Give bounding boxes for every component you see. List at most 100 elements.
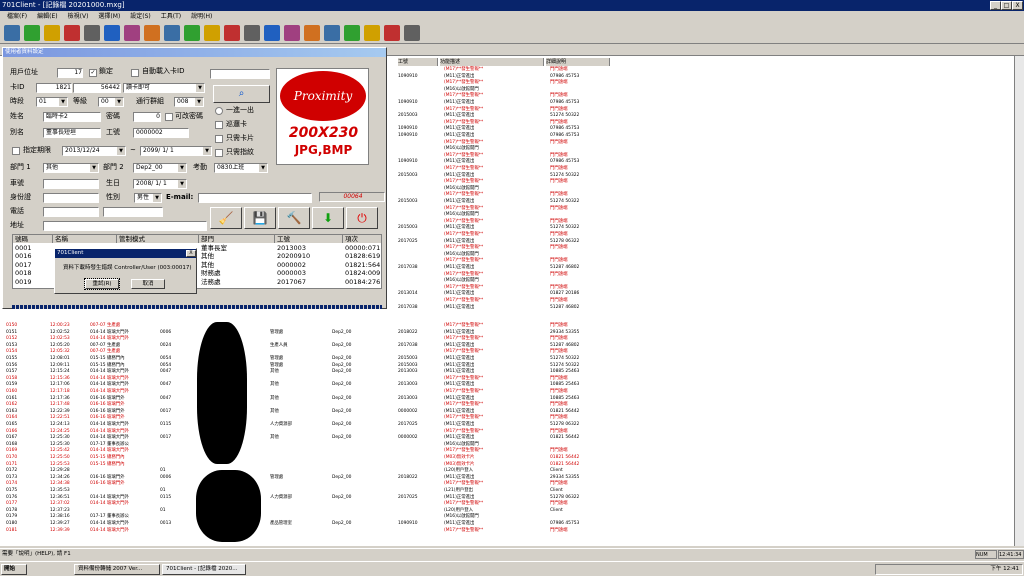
address-field[interactable] [43,221,207,231]
cell-detail: 門門遠端 [550,179,568,185]
print-icon[interactable] [64,24,80,41]
refresh-icon[interactable] [84,24,100,41]
cell-function: (M17)**發生警報** [444,389,484,394]
subtable-header[interactable]: 名稱 [53,235,117,243]
subtable-header[interactable]: 項次 [343,235,381,243]
card-id-a-field[interactable]: 1821 [36,83,72,93]
msgbox-close-button[interactable]: X [186,250,196,257]
subtable-header[interactable]: 管制模式 [117,235,199,243]
start-button[interactable]: 開始 [1,564,27,575]
search-button[interactable]: ⌕ [213,85,270,103]
dept2-select[interactable]: Dep2_00 [133,163,187,173]
period-select[interactable]: 01 [36,97,68,107]
column-header-detail[interactable]: 詳細說明 [546,58,610,66]
gender-select[interactable]: 男性 [134,193,162,203]
cut-icon[interactable] [184,24,200,41]
flag-icon[interactable] [324,24,340,41]
taskbar-item-backup[interactable]: 資料備份轉儲 2007 Ver... [74,564,160,575]
card-id-input[interactable] [210,69,270,79]
card-id-b-field[interactable]: 56442 [73,83,121,93]
help-icon[interactable] [404,24,420,41]
menu-edit[interactable]: 編輯(E) [32,11,62,22]
door-icon[interactable] [264,24,280,41]
label-email: E-mail: [166,193,194,201]
clock-icon[interactable] [204,24,220,41]
subtable-header[interactable]: 工號 [275,235,343,243]
power-icon[interactable] [244,24,260,41]
chart-icon[interactable] [164,24,180,41]
cell-function: (M16)以啟館開門 [444,278,479,284]
retry-button[interactable]: 重試(R) [84,278,120,290]
power-button[interactable]: ⏻ [346,207,378,229]
name-field[interactable]: 臨時卡2 [43,112,101,122]
badge-icon[interactable] [24,24,40,41]
attendance-select[interactable]: 0830上班 [214,163,268,173]
phone2-field[interactable] [103,207,163,217]
taskbar-item-701client[interactable]: 701Client - [記錄檔 2020... [162,564,246,575]
cell-employee [398,67,438,74]
option-card-only-checkbox[interactable] [215,135,223,143]
tool-icon[interactable] [144,24,160,41]
camera-icon[interactable] [224,24,240,41]
menu-tools[interactable]: 工具(T) [156,11,186,22]
option-fingerprint-checkbox[interactable] [215,149,223,157]
car-field[interactable] [43,179,99,189]
lock-checkbox[interactable]: ✓ [89,69,97,77]
wrench-icon[interactable] [304,24,320,41]
password-field[interactable]: 0 [133,112,161,122]
cell-seq: 0172 [6,468,18,474]
cell-function: (M11)正常進出 [444,356,475,361]
editable-password-checkbox[interactable] [165,113,173,121]
menu-view[interactable]: 檢視(V) [63,11,94,22]
phone-field[interactable] [43,207,99,217]
option-card-only-label: 只需卡片 [226,134,254,142]
date-from-field[interactable]: 2013/12/24 [62,146,126,156]
clear-broom-button[interactable]: 🧹 [210,207,242,229]
menu-help[interactable]: 說明(H) [186,11,217,22]
cell-function: (L20)用戶登入 [444,468,474,474]
open-icon[interactable] [4,24,20,41]
cell-dept: 其他 [270,369,279,375]
menu-select[interactable]: 選擇(M) [93,11,125,22]
cell-detail: 門門遠端 [550,271,568,277]
option-patrol-checkbox[interactable] [215,121,223,129]
cell-employee [398,186,438,193]
dept1-select[interactable]: 其他 [43,163,99,173]
vertical-scrollbar[interactable] [1014,56,1024,546]
date-to-field[interactable]: 2099/ 1/ 1 [140,146,212,156]
alias-field[interactable]: 董事長短垣 [43,128,101,138]
card-mode-select[interactable]: 讀卡即可 [123,83,205,93]
forward-icon[interactable] [384,24,400,41]
expiry-checkbox[interactable] [12,147,20,155]
minimize-button[interactable]: _ [990,1,1001,10]
option-in-out-radio[interactable] [215,107,223,115]
cell-employee: 1090910 [398,133,418,138]
back-icon[interactable] [364,24,380,41]
user-addr-field[interactable]: 17 [57,68,83,78]
passage-group-select[interactable]: 008 [174,97,204,107]
tape-icon[interactable] [284,24,300,41]
calendar-icon[interactable] [104,24,120,41]
subtable-header[interactable]: 部門 [199,235,275,243]
tools-button[interactable]: 🔨 [278,207,310,229]
column-header-function[interactable]: 功能描述 [440,58,544,66]
maximize-button[interactable]: □ [1001,1,1012,10]
birthday-field[interactable]: 2008/ 1/ 1 [133,179,187,189]
auto-load-checkbox[interactable] [131,69,139,77]
grid-icon[interactable] [124,24,140,41]
employee-id-field[interactable]: 0000002 [133,128,189,138]
option-fingerprint-label: 只需指紋 [226,148,254,156]
level-select[interactable]: 00 [98,97,124,107]
column-header-employee[interactable]: 工號 [398,58,438,66]
email-field[interactable] [198,193,312,203]
id-number-field[interactable] [43,193,99,203]
download-button[interactable]: ⬇ [312,207,344,229]
close-button[interactable]: X [1012,1,1023,10]
pass-icon[interactable] [344,24,360,41]
subtable-header[interactable]: 號碼 [13,235,53,243]
menu-file[interactable]: 檔案(F) [2,11,32,22]
save-disk-button[interactable]: 💾 [244,207,276,229]
doc-icon[interactable] [44,24,60,41]
menu-settings[interactable]: 設定(S) [125,11,156,22]
cancel-button[interactable]: 取消 [131,279,165,289]
